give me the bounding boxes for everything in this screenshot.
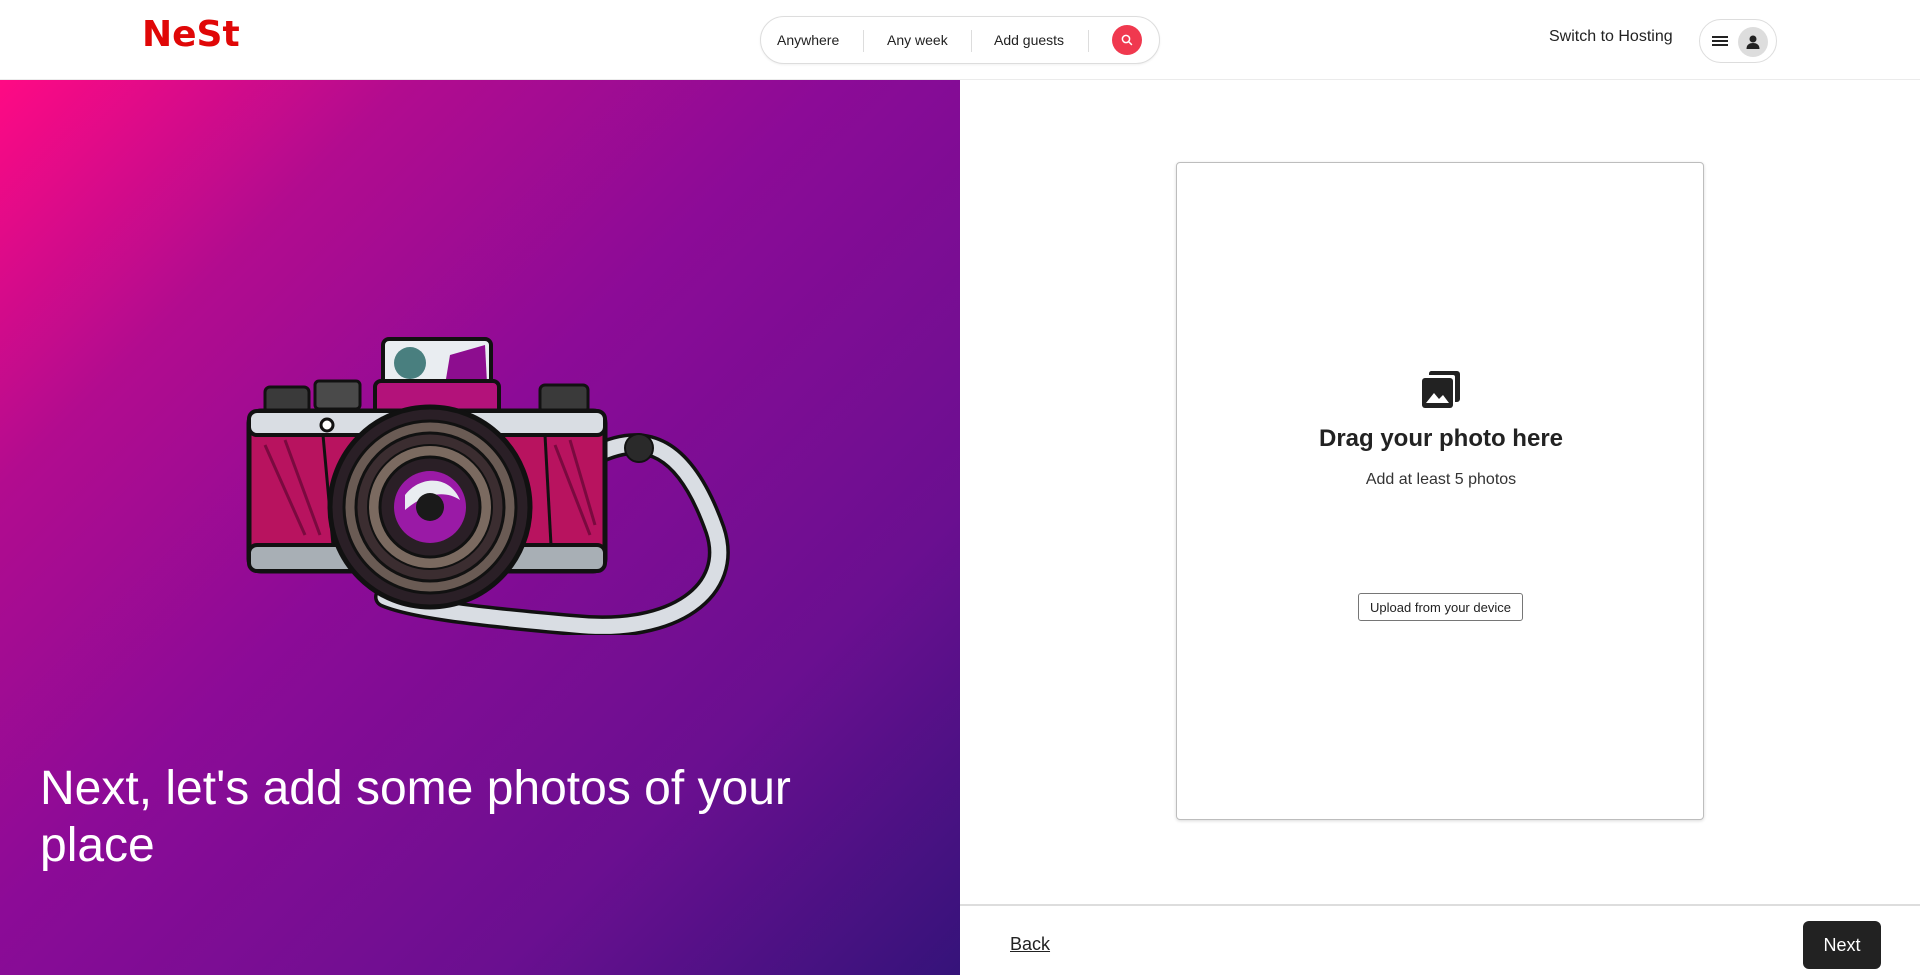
footer-bar: Back Next [960, 904, 1920, 975]
switch-to-hosting-link[interactable]: Switch to Hosting [1549, 28, 1673, 46]
logo[interactable]: NeSt [142, 14, 240, 55]
user-menu-button[interactable] [1699, 19, 1777, 63]
upload-from-device-button[interactable]: Upload from your device [1358, 593, 1523, 621]
top-header: NeSt Anywhere Any week Add guests Switch… [0, 0, 1920, 80]
divider [863, 30, 864, 52]
photo-stack-icon [1422, 371, 1460, 408]
photo-dropzone[interactable]: Drag your photo here Add at least 5 phot… [1176, 162, 1704, 820]
page-title: Next, let's add some photos of your plac… [40, 762, 791, 872]
search-button[interactable] [1112, 25, 1142, 55]
back-link[interactable]: Back [1010, 934, 1050, 955]
hero-panel: Next, let's add some photos of your plac… [0, 80, 960, 975]
dropzone-title: Drag your photo here [1318, 425, 1564, 452]
next-button[interactable]: Next [1803, 921, 1881, 969]
search-icon [1121, 34, 1133, 46]
divider [1088, 30, 1089, 52]
avatar [1738, 27, 1768, 57]
search-any-week[interactable]: Any week [887, 17, 948, 63]
camera-illustration [246, 337, 730, 635]
divider [971, 30, 972, 52]
dropzone-subtitle: Add at least 5 photos [1365, 471, 1517, 488]
user-avatar-icon [1746, 35, 1760, 49]
search-anywhere[interactable]: Anywhere [777, 17, 839, 63]
hamburger-menu-icon [1712, 36, 1728, 46]
search-bar[interactable]: Anywhere Any week Add guests [760, 16, 1160, 64]
search-add-guests[interactable]: Add guests [994, 17, 1064, 63]
